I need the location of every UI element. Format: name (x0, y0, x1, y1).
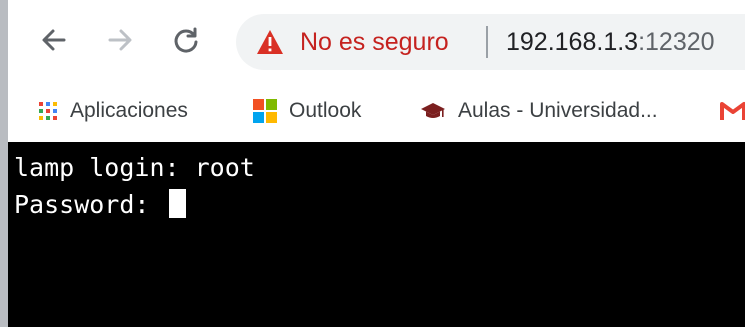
back-arrow-icon (42, 29, 66, 51)
terminal-password-line: Password: (14, 187, 186, 222)
bookmark-label: Aplicaciones (70, 99, 188, 122)
url-host: 192.168.1.3 (506, 28, 639, 56)
url-port: :12320 (638, 28, 715, 56)
terminal-password-prompt: Password: (14, 190, 165, 219)
microsoft-logo-icon (253, 99, 277, 123)
bookmark-apps[interactable]: Aplicaciones (38, 92, 188, 130)
bookmark-gmail[interactable] (720, 92, 745, 130)
bookmarks-bar: Aplicaciones Outlook Aulas - Universidad… (8, 80, 745, 142)
terminal-cursor (168, 189, 186, 218)
security-status-label[interactable]: No es seguro (300, 28, 449, 56)
warning-triangle-icon (257, 30, 283, 54)
bookmark-aulas[interactable]: Aulas - Universidad... (420, 92, 658, 130)
browser-toolbar: No es seguro 192.168.1.3:12320 (8, 0, 745, 80)
bookmark-label: Outlook (289, 99, 362, 122)
reload-button[interactable] (166, 20, 206, 60)
bookmark-outlook[interactable]: Outlook (253, 92, 361, 130)
address-bar[interactable]: No es seguro 192.168.1.3:12320 (236, 14, 745, 70)
terminal-login-line: lamp login: root (14, 153, 255, 182)
bookmark-label: Aulas - Universidad... (458, 99, 658, 122)
url-divider (486, 26, 488, 58)
gmail-icon (720, 101, 745, 121)
terminal-screen[interactable]: lamp login: root Password: (8, 142, 745, 327)
url-text[interactable]: 192.168.1.3:12320 (506, 28, 715, 56)
forward-arrow-icon (108, 29, 132, 51)
forward-button[interactable] (100, 20, 140, 60)
graduation-cap-icon (420, 102, 446, 120)
reload-icon (174, 27, 198, 53)
window-left-edge (0, 0, 8, 327)
back-button[interactable] (34, 20, 74, 60)
apps-grid-icon (38, 101, 58, 121)
